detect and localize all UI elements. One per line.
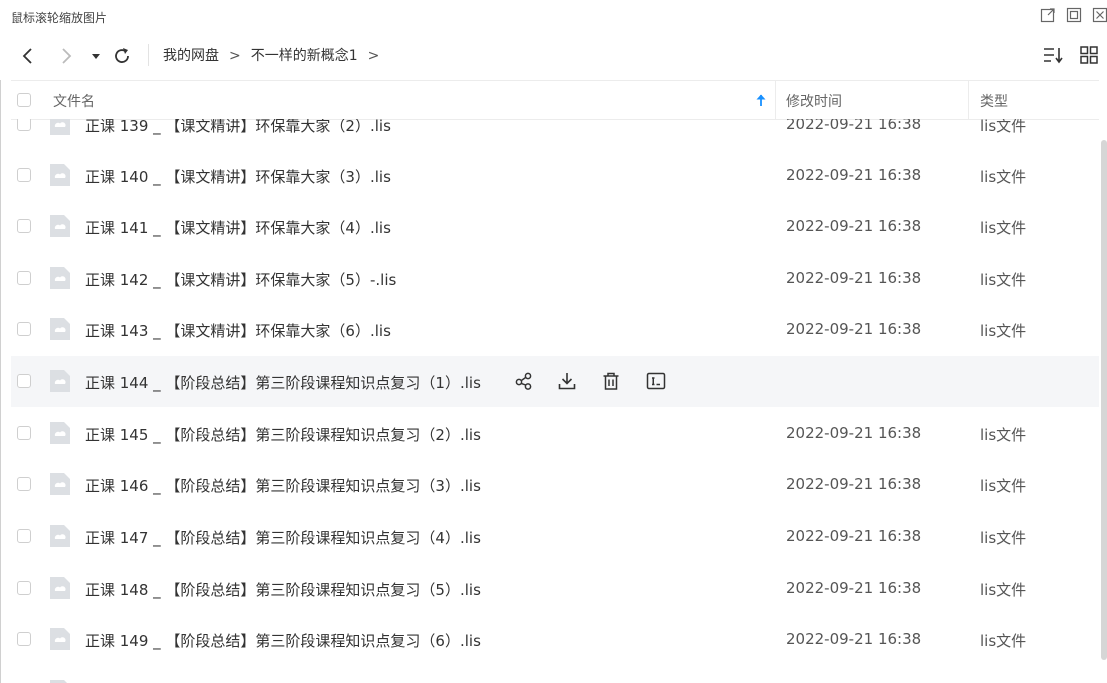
file-type: lis文件 [980,581,1027,599]
file-icon [49,524,71,548]
breadcrumb-item-folder[interactable]: 不一样的新概念1 [251,45,358,65]
file-type: lis文件 [980,168,1027,186]
file-list-header: 文件名 修改时间 类型 [11,80,1099,120]
sort-icon[interactable] [1042,44,1064,66]
sort-ascending-icon[interactable] [755,92,767,106]
file-name[interactable]: 正课 141 _ 【课文精讲】环保靠大家（4）.lis [85,217,391,238]
file-icon [49,472,71,496]
file-name[interactable]: 正课 140 _ 【课文精讲】环保靠大家（3）.lis [85,166,391,187]
scrollbar-thumb[interactable] [1101,140,1107,660]
column-divider[interactable] [775,81,776,119]
file-icon [49,369,71,393]
row-checkbox[interactable] [17,168,31,182]
file-modified-date: 2022-09-21 16:38 [786,579,922,597]
select-all-checkbox[interactable] [17,93,31,107]
close-icon[interactable] [1092,7,1107,23]
file-icon [49,627,71,651]
back-icon[interactable] [16,44,40,68]
history-dropdown-icon[interactable] [84,44,108,68]
popout-icon[interactable] [1040,7,1056,23]
file-icon [49,163,71,187]
row-checkbox[interactable] [17,632,31,646]
window-titlebar: 鼠标滚轮缩放图片 [0,0,1107,34]
file-modified-date: 2022-09-21 16:38 [786,424,922,442]
file-modified-date: 2022-09-21 16:38 [786,630,922,648]
breadcrumb-item-root[interactable]: 我的网盘 [163,45,219,65]
file-type: lis文件 [980,119,1027,135]
file-row[interactable]: 正课 148 _ 【阶段总结】第三阶段课程知识点复习（5）.lis 2022-0… [11,563,1099,614]
file-list: 正课 139 _ 【课文精讲】环保靠大家（2）.lis 2022-09-21 1… [11,119,1099,683]
file-type: lis文件 [980,632,1027,650]
file-row[interactable]: 正课 145 _ 【阶段总结】第三阶段课程知识点复习（2）.lis 2022-0… [11,408,1099,459]
file-row[interactable]: 正课 143 _ 【课文精讲】环保靠大家（6）.lis 2022-09-21 1… [11,304,1099,355]
file-name[interactable]: 正课 144 _ 【阶段总结】第三阶段课程知识点复习（1）.lis [85,372,481,393]
file-row[interactable]: 正课 141 _ 【课文精讲】环保靠大家（4）.lis 2022-09-21 1… [11,201,1099,252]
file-row[interactable]: 正课 142 _ 【课文精讲】环保靠大家（5）-.lis 2022-09-21 … [11,253,1099,304]
maximize-icon[interactable] [1066,7,1082,23]
breadcrumb-separator: > [229,48,241,64]
row-checkbox[interactable] [17,271,31,285]
file-name[interactable]: 正课 146 _ 【阶段总结】第三阶段课程知识点复习（3）.lis [85,475,481,496]
file-type: lis文件 [980,271,1027,289]
file-icon [49,317,71,341]
file-name[interactable]: 正课 143 _ 【课文精讲】环保靠大家（6）.lis [85,320,391,341]
file-modified-date: 2022-09-21 16:38 [786,217,922,235]
file-icon [49,266,71,290]
file-icon [49,214,71,238]
file-name[interactable]: 正课 142 _ 【课文精讲】环保靠大家（5）-.lis [85,269,396,290]
file-type: lis文件 [980,219,1027,237]
file-type: lis文件 [980,322,1027,340]
file-modified-date: 2022-09-21 16:38 [786,320,922,338]
file-modified-date: 2022-09-21 16:38 [786,119,922,133]
window-title: 鼠标滚轮缩放图片 [11,11,108,25]
file-name[interactable]: 正课 149 _ 【阶段总结】第三阶段课程知识点复习（6）.lis [85,630,481,651]
file-row[interactable] [11,666,1099,683]
file-row[interactable]: 正课 140 _ 【课文精讲】环保靠大家（3）.lis 2022-09-21 1… [11,150,1099,201]
file-row[interactable]: 正课 139 _ 【课文精讲】环保靠大家（2）.lis 2022-09-21 1… [11,119,1099,150]
toolbar-divider [148,44,149,66]
row-checkbox[interactable] [17,374,31,388]
row-checkbox[interactable] [17,529,31,543]
file-row[interactable]: 正课 147 _ 【阶段总结】第三阶段课程知识点复习（4）.lis 2022-0… [11,511,1099,562]
file-name[interactable]: 正课 139 _ 【课文精讲】环保靠大家（2）.lis [85,119,391,136]
file-row[interactable]: 正课 149 _ 【阶段总结】第三阶段课程知识点复习（6）.lis 2022-0… [11,614,1099,665]
file-icon [49,421,71,445]
file-modified-date: 2022-09-21 16:38 [786,527,922,545]
row-checkbox[interactable] [17,426,31,440]
row-checkbox[interactable] [17,322,31,336]
file-type: lis文件 [980,529,1027,547]
grid-view-icon[interactable] [1078,44,1100,66]
column-modified[interactable]: 修改时间 [786,91,842,111]
row-checkbox[interactable] [17,119,31,131]
file-type: lis文件 [980,426,1027,444]
refresh-icon[interactable] [110,44,134,68]
delete-icon[interactable] [600,370,622,392]
file-icon [49,679,71,683]
column-divider[interactable] [968,81,969,119]
column-type[interactable]: 类型 [980,91,1008,111]
file-name[interactable]: 正课 147 _ 【阶段总结】第三阶段课程知识点复习（4）.lis [85,527,481,548]
column-name[interactable]: 文件名 [53,91,95,111]
rename-icon[interactable] [645,370,667,392]
forward-icon[interactable] [54,44,78,68]
file-icon [49,119,71,136]
breadcrumb-separator: > [367,48,380,64]
file-row[interactable]: 正课 146 _ 【阶段总结】第三阶段课程知识点复习（3）.lis 2022-0… [11,459,1099,510]
file-modified-date: 2022-09-21 16:38 [786,166,922,184]
download-icon[interactable] [556,370,578,392]
row-checkbox[interactable] [17,477,31,491]
file-modified-date: 2022-09-21 16:38 [786,475,922,493]
file-type: lis文件 [980,477,1027,495]
row-checkbox[interactable] [17,581,31,595]
file-name[interactable]: 正课 148 _ 【阶段总结】第三阶段课程知识点复习（5）.lis [85,579,481,600]
breadcrumb: 我的网盘 > 不一样的新概念1 > [163,45,389,65]
window-left-border [0,80,1,683]
share-icon[interactable] [513,370,535,392]
file-row-hovered[interactable]: 正课 144 _ 【阶段总结】第三阶段课程知识点复习（1）.lis [11,356,1099,407]
file-name[interactable]: 正课 145 _ 【阶段总结】第三阶段课程知识点复习（2）.lis [85,424,481,445]
file-modified-date: 2022-09-21 16:38 [786,269,922,287]
file-icon [49,576,71,600]
row-checkbox[interactable] [17,219,31,233]
